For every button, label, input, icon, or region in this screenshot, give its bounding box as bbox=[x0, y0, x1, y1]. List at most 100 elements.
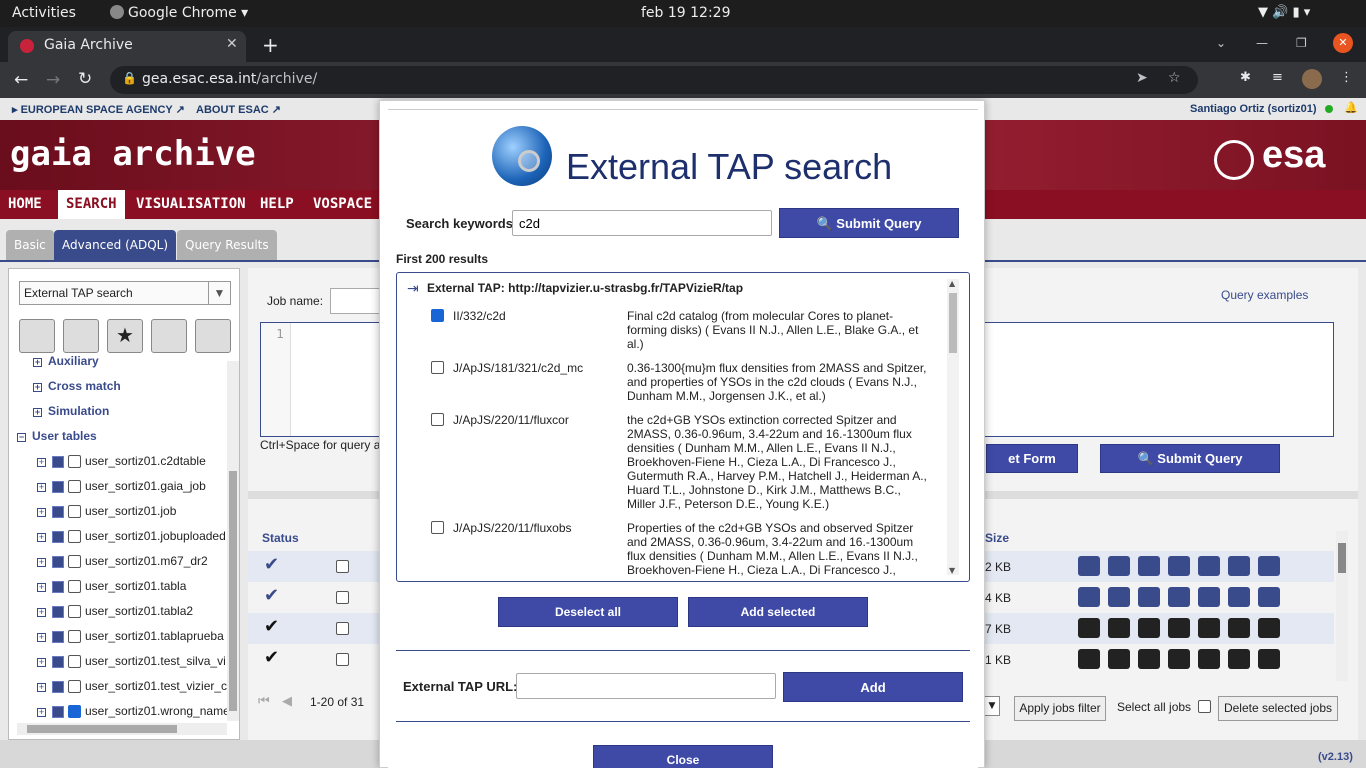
tree-cross-match[interactable]: + Cross match bbox=[33, 376, 121, 396]
job-checkbox[interactable] bbox=[336, 591, 349, 604]
jobs-scrollbar[interactable] bbox=[1336, 531, 1348, 681]
nav-search[interactable]: SEARCH bbox=[58, 190, 125, 219]
link-icon[interactable] bbox=[1258, 649, 1280, 669]
user-table-item[interactable]: + user_sortiz01.c2dtable bbox=[37, 451, 206, 471]
table-icon[interactable] bbox=[151, 319, 187, 353]
upload-results-icon[interactable] bbox=[1108, 587, 1130, 607]
close-tab-icon[interactable]: ✕ bbox=[226, 36, 238, 52]
about-esac-link[interactable]: ABOUT ESAC ↗ bbox=[196, 103, 281, 116]
first-page-icon[interactable]: ⏮ bbox=[258, 694, 270, 709]
add-tap-button[interactable]: Add bbox=[783, 672, 963, 702]
upload-results-icon[interactable] bbox=[1108, 649, 1130, 669]
table-checkbox[interactable] bbox=[68, 455, 81, 469]
scroll-up-icon[interactable]: ▲ bbox=[949, 279, 955, 288]
add-database-icon[interactable] bbox=[1138, 556, 1160, 576]
tree-simulation[interactable]: + Simulation bbox=[33, 401, 109, 421]
link-icon[interactable] bbox=[1258, 587, 1280, 607]
job-checkbox[interactable] bbox=[336, 653, 349, 666]
submit-query-button-bg[interactable]: 🔍 Submit Query bbox=[1100, 444, 1280, 473]
browser-tab[interactable]: Gaia Archive ✕ bbox=[8, 31, 246, 62]
minimize-icon[interactable]: — bbox=[1256, 36, 1268, 50]
hscrollbar-thumb[interactable] bbox=[27, 725, 177, 733]
tables-select[interactable]: External TAP search ▼ bbox=[19, 281, 231, 305]
tab-query-results[interactable]: Query Results bbox=[177, 230, 277, 260]
info-icon[interactable] bbox=[1078, 618, 1100, 638]
scrollbar-thumb[interactable] bbox=[949, 293, 957, 353]
share-icon[interactable] bbox=[195, 319, 231, 353]
table-checkbox[interactable] bbox=[68, 530, 81, 544]
new-tab-icon[interactable]: + bbox=[262, 33, 279, 57]
open-external-icon[interactable] bbox=[1228, 587, 1250, 607]
close-window-icon[interactable]: ✕ bbox=[1333, 33, 1353, 53]
send-icon[interactable]: ➤ bbox=[1136, 70, 1148, 86]
cloud-download-icon[interactable] bbox=[1168, 556, 1190, 576]
address-bar[interactable]: 🔒 gea.esac.esa.int/archive/ ☆ ➤ bbox=[110, 66, 1198, 94]
cloud-download-icon[interactable] bbox=[1168, 587, 1190, 607]
modal-submit-query-button[interactable]: 🔍 Submit Query bbox=[779, 208, 959, 238]
nav-vospace[interactable]: VOSPACE bbox=[305, 190, 380, 219]
tree-user-tables[interactable]: − User tables bbox=[17, 426, 97, 446]
table-checkbox[interactable] bbox=[68, 630, 81, 644]
upload-results-icon[interactable] bbox=[1108, 618, 1130, 638]
apply-jobs-filter-button[interactable]: Apply jobs filter bbox=[1014, 696, 1106, 721]
result-checkbox[interactable] bbox=[431, 521, 444, 534]
user-table-item[interactable]: + user_sortiz01.m67_dr2 bbox=[37, 551, 208, 571]
system-tray-icons[interactable]: ▼ 🔊 ▮ ▾ bbox=[1258, 5, 1310, 20]
result-checkbox-checked[interactable] bbox=[431, 309, 444, 322]
deselect-all-button[interactable]: Deselect all bbox=[498, 597, 678, 627]
profile-avatar[interactable] bbox=[1302, 69, 1322, 89]
back-icon[interactable]: ← bbox=[14, 70, 28, 90]
user-table-item[interactable]: + user_sortiz01.tabla bbox=[37, 576, 186, 596]
add-database-icon[interactable] bbox=[1138, 587, 1160, 607]
user-table-item[interactable]: + user_sortiz01.job bbox=[37, 501, 176, 521]
scrollbar-thumb[interactable] bbox=[229, 471, 237, 711]
user-table-item[interactable]: + user_sortiz01.tablaprueba bbox=[37, 626, 224, 646]
result-checkbox[interactable] bbox=[431, 413, 444, 426]
prev-page-icon[interactable]: ◀ bbox=[282, 694, 292, 709]
star-icon[interactable]: ★ bbox=[107, 319, 143, 353]
chrome-menu-icon[interactable]: ⋮ bbox=[1340, 70, 1353, 85]
upload-table-icon[interactable] bbox=[19, 319, 55, 353]
size-header[interactable]: Size bbox=[985, 531, 1009, 545]
tab-basic[interactable]: Basic bbox=[6, 230, 54, 260]
upload-results-icon[interactable] bbox=[1108, 556, 1130, 576]
table-checkbox[interactable] bbox=[68, 505, 81, 519]
reset-form-button[interactable]: et Form bbox=[986, 444, 1078, 473]
bookmark-star-icon[interactable]: ☆ bbox=[1168, 70, 1181, 86]
job-checkbox[interactable] bbox=[336, 622, 349, 635]
nav-help[interactable]: HELP bbox=[252, 190, 302, 219]
job-checkbox[interactable] bbox=[336, 560, 349, 573]
table-checkbox[interactable] bbox=[68, 655, 81, 669]
table-icon[interactable] bbox=[1198, 649, 1220, 669]
table-icon[interactable] bbox=[1198, 556, 1220, 576]
site-title[interactable]: gaia archive bbox=[10, 134, 256, 174]
maximize-icon[interactable]: ❐ bbox=[1296, 36, 1307, 50]
table-icon[interactable] bbox=[1198, 618, 1220, 638]
tab-search-icon[interactable]: ⌄ bbox=[1216, 36, 1226, 50]
add-selected-button[interactable]: Add selected bbox=[688, 597, 868, 627]
result-checkbox[interactable] bbox=[431, 361, 444, 374]
cloud-download-icon[interactable] bbox=[1168, 649, 1190, 669]
tree-scrollbar[interactable] bbox=[227, 361, 239, 721]
user-table-item[interactable]: + user_sortiz01.gaia_job bbox=[37, 476, 206, 496]
database-icon[interactable] bbox=[1228, 649, 1250, 669]
notification-bell-icon[interactable]: 🔔 bbox=[1344, 101, 1358, 114]
result-item[interactable]: II/332/c2d Final c2d catalog (from molec… bbox=[431, 309, 951, 355]
info-icon[interactable] bbox=[1078, 649, 1100, 669]
delete-selected-jobs-button[interactable]: Delete selected jobs bbox=[1218, 696, 1338, 721]
forward-icon[interactable]: → bbox=[46, 70, 60, 90]
table-checkbox-checked[interactable] bbox=[68, 705, 81, 719]
nav-visualisation[interactable]: VISUALISATION bbox=[128, 190, 254, 219]
tab-advanced-adql[interactable]: Advanced (ADQL) bbox=[54, 230, 177, 260]
result-item[interactable]: J/ApJS/220/11/fluxcor the c2d+GB YSOs ex… bbox=[431, 413, 951, 513]
app-menu[interactable]: Google Chrome ▾ bbox=[110, 5, 248, 21]
user-name[interactable]: Santiago Ortiz (sortiz01) bbox=[1190, 103, 1317, 115]
user-table-item[interactable]: + user_sortiz01.jobuploaded bbox=[37, 526, 226, 546]
info-icon[interactable] bbox=[1078, 556, 1100, 576]
extensions-icon[interactable]: ✱ bbox=[1240, 70, 1251, 85]
table-checkbox[interactable] bbox=[68, 480, 81, 494]
nav-home[interactable]: HOME bbox=[0, 190, 50, 219]
user-table-item[interactable]: + user_sortiz01.test_vizier_c bbox=[37, 676, 227, 696]
status-header[interactable]: Status bbox=[262, 531, 299, 545]
user-table-item[interactable]: + user_sortiz01.wrong_name bbox=[37, 701, 230, 721]
